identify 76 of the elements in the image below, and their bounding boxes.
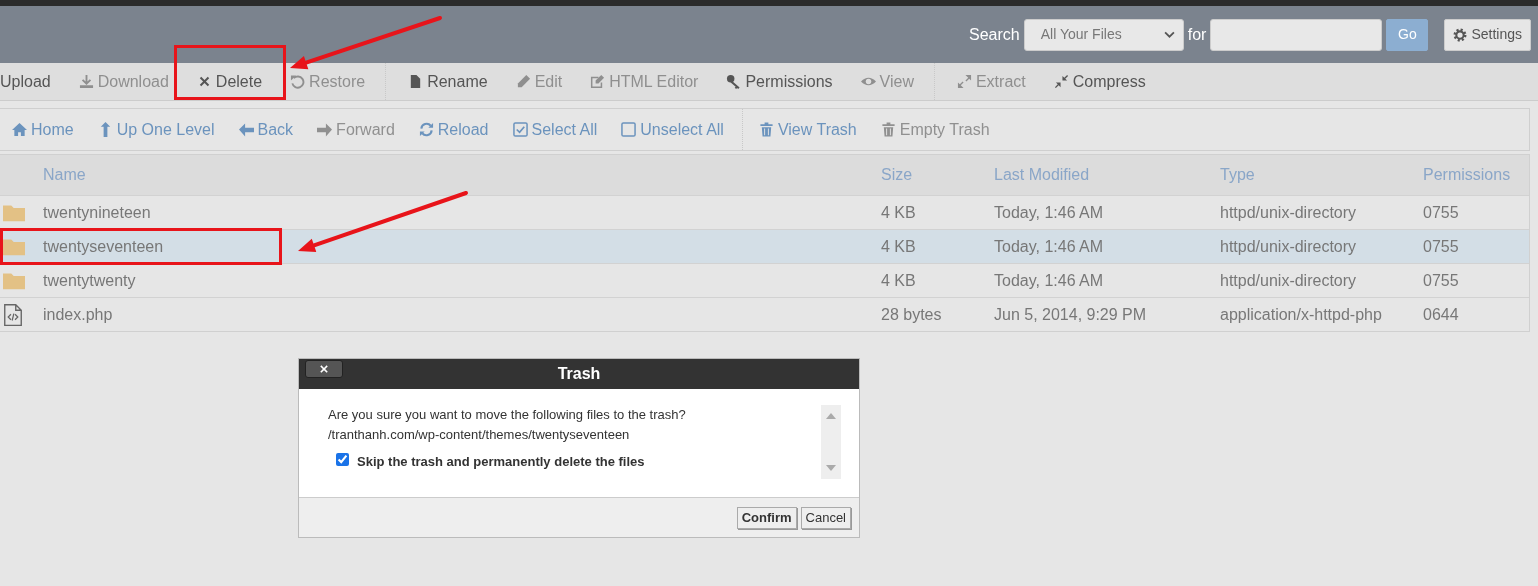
toolbar-button[interactable]: Rename [394, 63, 502, 100]
toolbar-button[interactable]: Up One Level [85, 109, 227, 150]
table-cell-text: 4 KB [881, 270, 917, 291]
checkbox-label[interactable]: Skip the trash and permanently delete the files [336, 452, 686, 472]
edit-icon [590, 74, 606, 89]
file-row[interactable]: twentytwenty 4 KB Today, 1:46 AM httpd/unix-directory 0755 [0, 263, 1529, 297]
dialog-message: Are you sure you want to move the following files to the trash? [328, 406, 686, 424]
chevron-icon [1163, 31, 1175, 38]
scope-dropdown[interactable]: All Your Files [1023, 18, 1184, 51]
trash-icon [758, 122, 774, 137]
table-cell-text: httpd/unix-directory [1220, 270, 1358, 291]
expand-icon [956, 74, 972, 89]
table-cell-text: twentytwenty [43, 270, 137, 291]
table-cell-text: Today, 1:46 AM [994, 270, 1105, 291]
column-header[interactable]: Name [43, 163, 881, 187]
table-cell-text: 28 bytes [881, 304, 943, 325]
code-file-icon [2, 302, 24, 327]
gear-icon [1453, 27, 1468, 42]
go-button[interactable]: Go [1386, 18, 1429, 51]
confirm-button[interactable]: Confirm [736, 506, 797, 529]
file-path: /tranthanh.com/wp-content/themes/twentyseventeen [328, 425, 631, 444]
column-header[interactable]: Type [1220, 163, 1423, 187]
table-cell-text: 0644 [1423, 304, 1460, 325]
close-icon [318, 363, 330, 375]
toolbar-button[interactable]: Reload [406, 109, 501, 150]
column-header[interactable]: Size [881, 163, 994, 187]
home-icon [12, 122, 27, 137]
dialog-title: Trash [557, 364, 601, 384]
toolbar-button[interactable]: Upload [0, 63, 65, 100]
file-row[interactable]: index.php 28 bytes Jun 5, 2014, 9:29 PM application/x-httpd-php 0644 [0, 297, 1529, 331]
scrollbar[interactable] [821, 405, 841, 479]
close-button[interactable] [305, 360, 343, 378]
scroll-up-icon[interactable] [826, 413, 836, 419]
table-cell-text: 0755 [1423, 270, 1460, 291]
toolbar-button[interactable]: Permissions [712, 63, 847, 100]
table-cell-text: httpd/unix-directory [1220, 202, 1358, 223]
toolbar-button[interactable]: Unselect All [609, 109, 736, 150]
for-label: for [1187, 24, 1207, 45]
toolbar-button[interactable]: Back [226, 109, 306, 150]
toolbar-button[interactable]: Select All [500, 109, 610, 150]
table-cell-text: 0755 [1423, 236, 1460, 257]
left-arrow-icon [238, 122, 254, 137]
right-arrow-icon [317, 122, 333, 137]
table-cell-text: Jun 5, 2014, 9:29 PM [994, 304, 1148, 325]
table-cell-text: 4 KB [881, 236, 917, 257]
scroll-down-icon[interactable] [826, 465, 836, 471]
checkbox[interactable] [336, 453, 349, 466]
table-cell-text: application/x-httpd-php [1220, 304, 1383, 325]
table-cell-text: httpd/unix-directory [1220, 236, 1358, 257]
toolbar-button[interactable]: View Trash [746, 109, 869, 150]
search-field[interactable] [1210, 18, 1383, 51]
undo-icon [290, 74, 306, 89]
column-header[interactable]: Last Modified [994, 163, 1220, 187]
pencil-icon [515, 74, 531, 89]
table-cell-text: index.php [43, 304, 114, 325]
table-cell-text: twentynineteen [43, 202, 152, 223]
toolbar-button[interactable]: Home [0, 109, 86, 150]
compress-icon [1053, 74, 1069, 89]
file-row[interactable]: twentyseventeen 4 KB Today, 1:46 AM httpd/unix-directory 0755 [0, 229, 1529, 263]
cancel-button[interactable]: Cancel [800, 506, 851, 529]
table-cell-text: 0755 [1423, 202, 1460, 223]
square-icon [621, 122, 637, 137]
table-cell-text: twentyseventeen [43, 236, 165, 257]
toolbar-button[interactable]: Compress [1039, 63, 1160, 100]
table-cell-text: Today, 1:46 AM [994, 202, 1105, 223]
trash-icon [880, 122, 896, 137]
settings-button[interactable]: Settings [1444, 18, 1531, 51]
refresh-icon [418, 122, 434, 137]
checkbox-icon [512, 122, 528, 137]
download-icon [78, 74, 94, 89]
toolbar-button[interactable]: Delete [182, 63, 277, 100]
table-cell-text: Today, 1:46 AM [994, 236, 1105, 257]
column-header[interactable]: Permissions [1423, 163, 1529, 187]
table-cell-text: 4 KB [881, 202, 917, 223]
search-label: Search [969, 24, 1020, 45]
key-icon [726, 74, 742, 89]
